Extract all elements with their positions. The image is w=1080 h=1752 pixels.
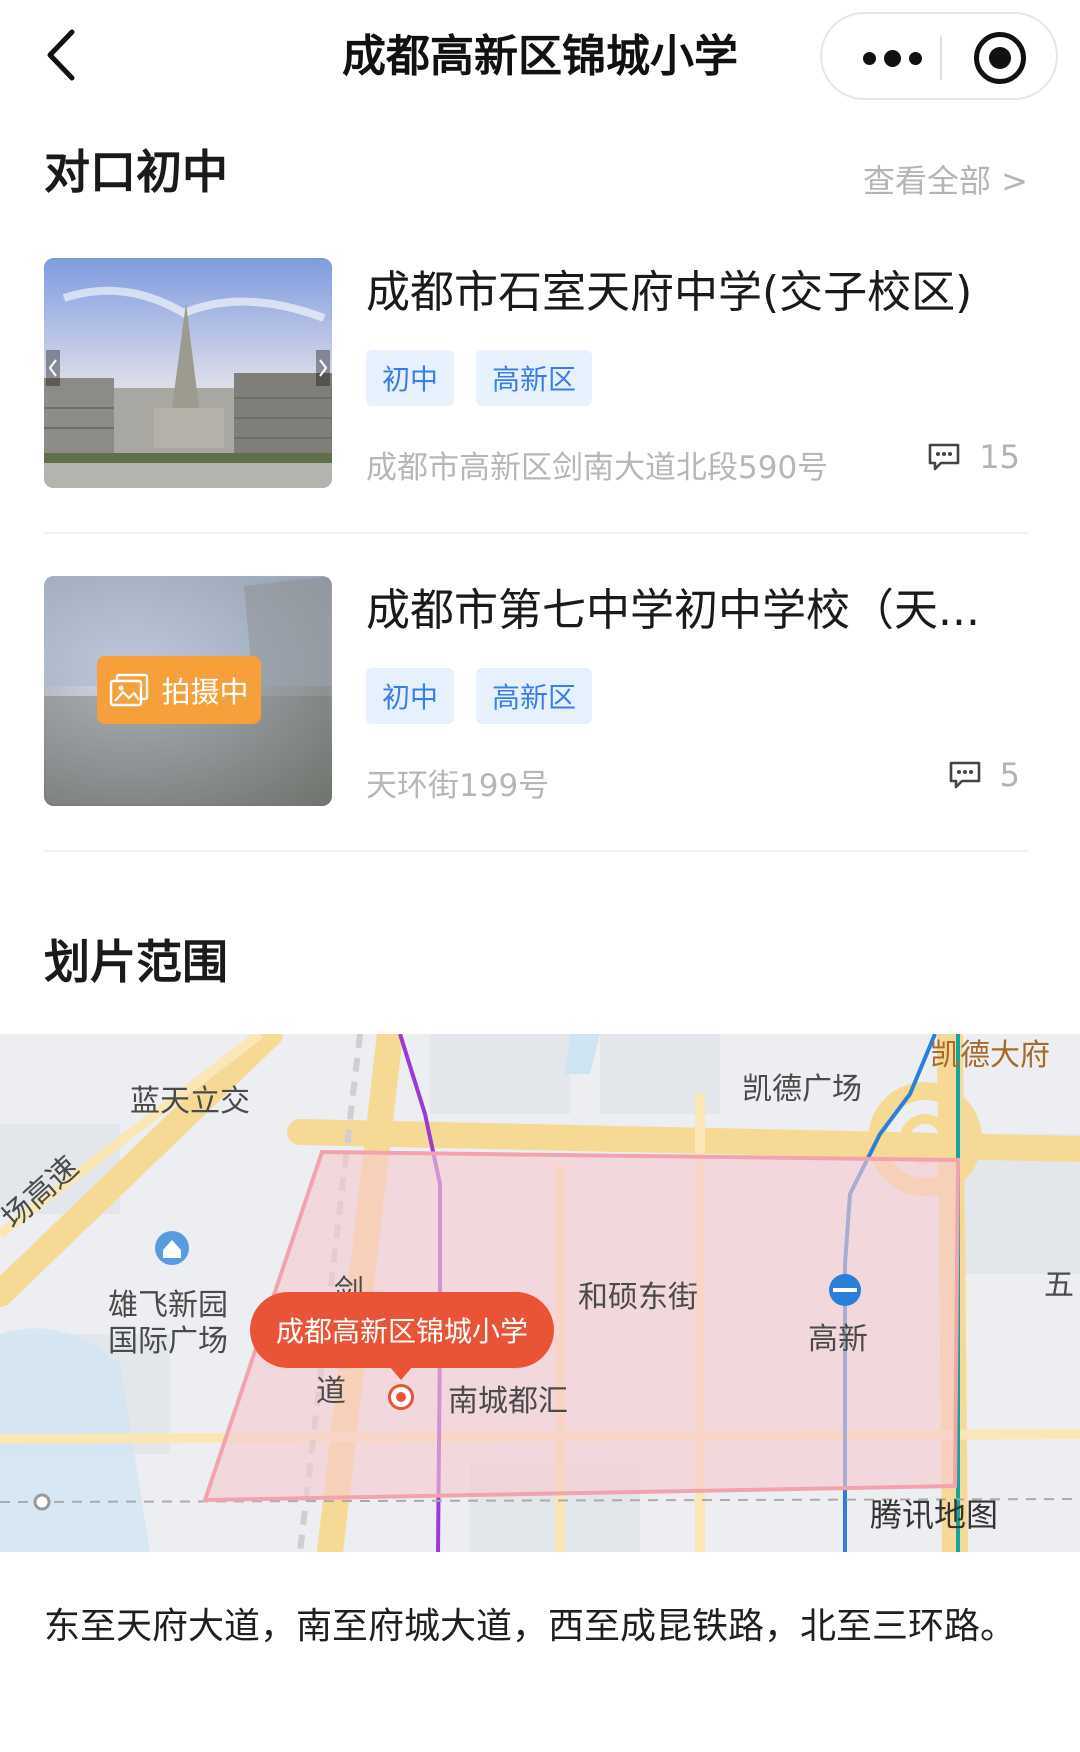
comment-count-value: 5 [999, 756, 1020, 794]
map-provider-logo: 腾讯地图 [870, 1490, 998, 1536]
school-name: 成都市第七中学初中学校（天... [366, 585, 980, 636]
section-title-matching: 对口初中 [44, 145, 228, 199]
map-label: 蓝天立交 [130, 1084, 250, 1119]
comment-count[interactable]: 15 [927, 438, 1020, 476]
district-map[interactable]: 蓝天立交 凯德大府 凯德广场 场高速 雄飞新园 国际广场 剑 道 和硕东街 南城… [0, 1034, 1080, 1552]
capsule-divider [940, 36, 942, 80]
school-address: 天环街199号 [366, 768, 550, 804]
school-card[interactable]: 成都市石室天府中学(交子校区) 初中 高新区 成都市高新区剑南大道北段590号 … [44, 258, 1028, 548]
location-pin-icon[interactable] [388, 1384, 414, 1410]
map-label: 国际广场 [108, 1324, 228, 1359]
tag-school-level: 初中 [366, 668, 455, 724]
more-dot-icon [862, 51, 876, 65]
map-label: 凯德大府 [930, 1038, 1050, 1073]
back-button[interactable] [38, 22, 86, 88]
nav-bar: 成都高新区锦城小学 [0, 0, 1080, 112]
school-pin-tail [389, 1366, 413, 1380]
shooting-label: 拍摄中 [161, 675, 249, 709]
map-label: 道 [316, 1374, 346, 1409]
school-pin-label[interactable]: 成都高新区锦城小学 [250, 1292, 554, 1368]
school-card[interactable]: 拍摄中 成都市第七中学初中学校（天... 初中 高新区 天环街199号 5 [44, 576, 1028, 866]
school-photo-image [44, 258, 332, 488]
mini-program-capsule [820, 12, 1058, 100]
section-title-range: 划片范围 [44, 935, 228, 989]
map-label: 高新 [808, 1322, 868, 1357]
school-photo[interactable] [44, 258, 332, 488]
photo-icon [110, 673, 149, 707]
chevron-left-icon [47, 29, 75, 81]
tag-district: 高新区 [476, 350, 593, 406]
more-button[interactable] [852, 34, 932, 82]
shooting-badge: 拍摄中 [97, 656, 261, 724]
compass-icon [874, 1494, 910, 1530]
divider [44, 850, 1028, 852]
tag-list: 初中 高新区 [366, 668, 593, 724]
tag-district: 高新区 [476, 668, 593, 724]
school-photo[interactable]: 拍摄中 [44, 576, 332, 806]
comment-count-value: 15 [979, 438, 1020, 476]
map-label: 南城都汇 [448, 1384, 568, 1419]
more-dot-icon [883, 49, 901, 67]
more-dot-icon [908, 51, 922, 65]
see-all-link[interactable]: 查看全部 > [863, 156, 1028, 202]
divider [44, 532, 1028, 534]
map-label: 和硕东街 [578, 1280, 698, 1315]
tag-list: 初中 高新区 [366, 350, 593, 406]
close-mini-program-button[interactable] [974, 32, 1026, 84]
map-label: 五 [1044, 1268, 1074, 1303]
comment-icon [928, 443, 960, 471]
range-description: 东至天府大道，南至府城大道，西至成昆铁路，北至三环路。 [44, 1606, 1017, 1647]
page-title: 成都高新区锦城小学 [342, 31, 738, 82]
school-name: 成都市石室天府中学(交子校区) [366, 267, 973, 318]
comment-icon [949, 761, 980, 789]
comment-count[interactable]: 5 [948, 756, 1020, 794]
school-address: 成都市高新区剑南大道北段590号 [366, 450, 829, 486]
map-label: 凯德广场 [742, 1072, 862, 1107]
tag-school-level: 初中 [366, 350, 455, 406]
